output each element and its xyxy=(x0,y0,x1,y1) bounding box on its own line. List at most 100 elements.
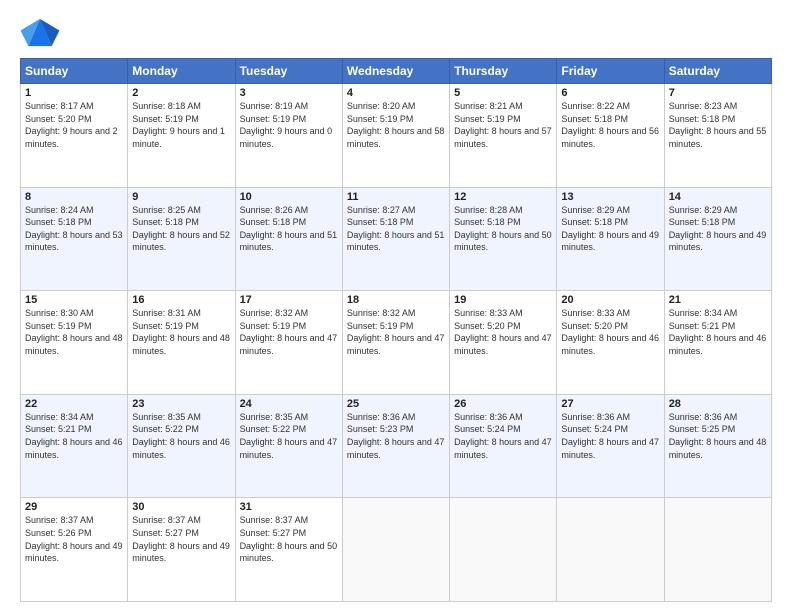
day-header-wednesday: Wednesday xyxy=(342,59,449,84)
day-info: Sunrise: 8:29 AM Sunset: 5:18 PM Dayligh… xyxy=(561,204,659,254)
day-info: Sunrise: 8:37 AM Sunset: 5:26 PM Dayligh… xyxy=(25,514,123,564)
day-cell: 24Sunrise: 8:35 AM Sunset: 5:22 PM Dayli… xyxy=(235,394,342,498)
day-cell: 25Sunrise: 8:36 AM Sunset: 5:23 PM Dayli… xyxy=(342,394,449,498)
day-info: Sunrise: 8:34 AM Sunset: 5:21 PM Dayligh… xyxy=(669,307,767,357)
day-cell: 9Sunrise: 8:25 AM Sunset: 5:18 PM Daylig… xyxy=(128,187,235,291)
day-number: 17 xyxy=(240,294,338,306)
day-cell: 4Sunrise: 8:20 AM Sunset: 5:19 PM Daylig… xyxy=(342,84,449,188)
day-number: 14 xyxy=(669,191,767,203)
day-cell: 23Sunrise: 8:35 AM Sunset: 5:22 PM Dayli… xyxy=(128,394,235,498)
day-number: 3 xyxy=(240,87,338,99)
day-cell: 31Sunrise: 8:37 AM Sunset: 5:27 PM Dayli… xyxy=(235,498,342,602)
day-cell: 29Sunrise: 8:37 AM Sunset: 5:26 PM Dayli… xyxy=(21,498,128,602)
day-info: Sunrise: 8:19 AM Sunset: 5:19 PM Dayligh… xyxy=(240,100,338,150)
day-cell: 1Sunrise: 8:17 AM Sunset: 5:20 PM Daylig… xyxy=(21,84,128,188)
day-info: Sunrise: 8:35 AM Sunset: 5:22 PM Dayligh… xyxy=(240,411,338,461)
day-number: 15 xyxy=(25,294,123,306)
day-number: 20 xyxy=(561,294,659,306)
day-cell: 26Sunrise: 8:36 AM Sunset: 5:24 PM Dayli… xyxy=(450,394,557,498)
day-info: Sunrise: 8:35 AM Sunset: 5:22 PM Dayligh… xyxy=(132,411,230,461)
day-number: 26 xyxy=(454,398,552,410)
week-row-4: 22Sunrise: 8:34 AM Sunset: 5:21 PM Dayli… xyxy=(21,394,772,498)
day-info: Sunrise: 8:22 AM Sunset: 5:18 PM Dayligh… xyxy=(561,100,659,150)
day-cell: 2Sunrise: 8:18 AM Sunset: 5:19 PM Daylig… xyxy=(128,84,235,188)
day-number: 19 xyxy=(454,294,552,306)
day-info: Sunrise: 8:24 AM Sunset: 5:18 PM Dayligh… xyxy=(25,204,123,254)
day-number: 18 xyxy=(347,294,445,306)
header xyxy=(20,15,772,50)
day-cell: 22Sunrise: 8:34 AM Sunset: 5:21 PM Dayli… xyxy=(21,394,128,498)
day-cell: 6Sunrise: 8:22 AM Sunset: 5:18 PM Daylig… xyxy=(557,84,664,188)
day-header-thursday: Thursday xyxy=(450,59,557,84)
day-cell: 18Sunrise: 8:32 AM Sunset: 5:19 PM Dayli… xyxy=(342,291,449,395)
day-info: Sunrise: 8:23 AM Sunset: 5:18 PM Dayligh… xyxy=(669,100,767,150)
day-info: Sunrise: 8:18 AM Sunset: 5:19 PM Dayligh… xyxy=(132,100,230,150)
day-cell xyxy=(557,498,664,602)
day-info: Sunrise: 8:17 AM Sunset: 5:20 PM Dayligh… xyxy=(25,100,123,150)
logo xyxy=(20,15,64,50)
week-row-2: 8Sunrise: 8:24 AM Sunset: 5:18 PM Daylig… xyxy=(21,187,772,291)
day-cell: 7Sunrise: 8:23 AM Sunset: 5:18 PM Daylig… xyxy=(664,84,771,188)
day-info: Sunrise: 8:32 AM Sunset: 5:19 PM Dayligh… xyxy=(347,307,445,357)
day-cell: 13Sunrise: 8:29 AM Sunset: 5:18 PM Dayli… xyxy=(557,187,664,291)
day-number: 24 xyxy=(240,398,338,410)
logo-icon xyxy=(20,15,60,50)
day-number: 11 xyxy=(347,191,445,203)
day-header-tuesday: Tuesday xyxy=(235,59,342,84)
day-number: 1 xyxy=(25,87,123,99)
day-info: Sunrise: 8:33 AM Sunset: 5:20 PM Dayligh… xyxy=(561,307,659,357)
day-cell: 21Sunrise: 8:34 AM Sunset: 5:21 PM Dayli… xyxy=(664,291,771,395)
day-number: 4 xyxy=(347,87,445,99)
day-number: 10 xyxy=(240,191,338,203)
day-cell: 17Sunrise: 8:32 AM Sunset: 5:19 PM Dayli… xyxy=(235,291,342,395)
day-number: 27 xyxy=(561,398,659,410)
day-number: 25 xyxy=(347,398,445,410)
day-info: Sunrise: 8:21 AM Sunset: 5:19 PM Dayligh… xyxy=(454,100,552,150)
day-number: 12 xyxy=(454,191,552,203)
day-info: Sunrise: 8:28 AM Sunset: 5:18 PM Dayligh… xyxy=(454,204,552,254)
day-cell: 3Sunrise: 8:19 AM Sunset: 5:19 PM Daylig… xyxy=(235,84,342,188)
week-row-5: 29Sunrise: 8:37 AM Sunset: 5:26 PM Dayli… xyxy=(21,498,772,602)
day-cell: 15Sunrise: 8:30 AM Sunset: 5:19 PM Dayli… xyxy=(21,291,128,395)
week-row-1: 1Sunrise: 8:17 AM Sunset: 5:20 PM Daylig… xyxy=(21,84,772,188)
day-number: 6 xyxy=(561,87,659,99)
day-cell xyxy=(450,498,557,602)
day-cell: 20Sunrise: 8:33 AM Sunset: 5:20 PM Dayli… xyxy=(557,291,664,395)
day-info: Sunrise: 8:36 AM Sunset: 5:24 PM Dayligh… xyxy=(561,411,659,461)
day-number: 23 xyxy=(132,398,230,410)
calendar-table: SundayMondayTuesdayWednesdayThursdayFrid… xyxy=(20,58,772,602)
day-info: Sunrise: 8:26 AM Sunset: 5:18 PM Dayligh… xyxy=(240,204,338,254)
day-number: 16 xyxy=(132,294,230,306)
day-number: 13 xyxy=(561,191,659,203)
day-number: 2 xyxy=(132,87,230,99)
day-number: 5 xyxy=(454,87,552,99)
day-info: Sunrise: 8:29 AM Sunset: 5:18 PM Dayligh… xyxy=(669,204,767,254)
day-header-monday: Monday xyxy=(128,59,235,84)
day-info: Sunrise: 8:27 AM Sunset: 5:18 PM Dayligh… xyxy=(347,204,445,254)
day-header-friday: Friday xyxy=(557,59,664,84)
day-header-sunday: Sunday xyxy=(21,59,128,84)
day-cell: 27Sunrise: 8:36 AM Sunset: 5:24 PM Dayli… xyxy=(557,394,664,498)
day-cell xyxy=(342,498,449,602)
week-row-3: 15Sunrise: 8:30 AM Sunset: 5:19 PM Dayli… xyxy=(21,291,772,395)
day-number: 9 xyxy=(132,191,230,203)
day-info: Sunrise: 8:36 AM Sunset: 5:24 PM Dayligh… xyxy=(454,411,552,461)
day-cell: 28Sunrise: 8:36 AM Sunset: 5:25 PM Dayli… xyxy=(664,394,771,498)
page: SundayMondayTuesdayWednesdayThursdayFrid… xyxy=(0,0,792,612)
day-cell: 19Sunrise: 8:33 AM Sunset: 5:20 PM Dayli… xyxy=(450,291,557,395)
day-info: Sunrise: 8:36 AM Sunset: 5:25 PM Dayligh… xyxy=(669,411,767,461)
day-cell: 11Sunrise: 8:27 AM Sunset: 5:18 PM Dayli… xyxy=(342,187,449,291)
day-header-saturday: Saturday xyxy=(664,59,771,84)
day-cell: 10Sunrise: 8:26 AM Sunset: 5:18 PM Dayli… xyxy=(235,187,342,291)
day-number: 29 xyxy=(25,501,123,513)
day-number: 21 xyxy=(669,294,767,306)
day-cell: 12Sunrise: 8:28 AM Sunset: 5:18 PM Dayli… xyxy=(450,187,557,291)
day-info: Sunrise: 8:30 AM Sunset: 5:19 PM Dayligh… xyxy=(25,307,123,357)
day-cell: 14Sunrise: 8:29 AM Sunset: 5:18 PM Dayli… xyxy=(664,187,771,291)
day-info: Sunrise: 8:37 AM Sunset: 5:27 PM Dayligh… xyxy=(132,514,230,564)
day-cell xyxy=(664,498,771,602)
day-info: Sunrise: 8:34 AM Sunset: 5:21 PM Dayligh… xyxy=(25,411,123,461)
day-cell: 30Sunrise: 8:37 AM Sunset: 5:27 PM Dayli… xyxy=(128,498,235,602)
day-number: 7 xyxy=(669,87,767,99)
day-number: 8 xyxy=(25,191,123,203)
